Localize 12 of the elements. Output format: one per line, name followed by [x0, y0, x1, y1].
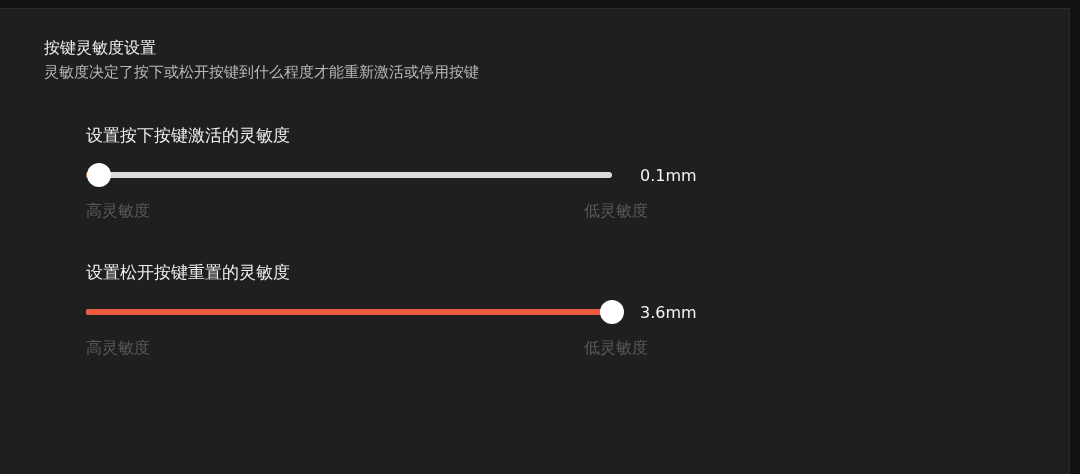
- max-label: 低灵敏度: [584, 337, 648, 359]
- slider-thumb[interactable]: [87, 163, 112, 187]
- section-description: 灵敏度决定了按下或松开按键到什么程度才能重新激活或停用按键: [44, 62, 480, 83]
- min-label: 高灵敏度: [86, 200, 150, 222]
- min-label: 高灵敏度: [86, 337, 150, 359]
- max-label: 低灵敏度: [584, 200, 648, 222]
- slider-value: 3.6mm: [640, 302, 697, 322]
- slider-value: 0.1mm: [640, 165, 697, 185]
- slider-thumb[interactable]: [600, 300, 624, 324]
- section-title: 按键灵敏度设置: [44, 37, 157, 59]
- slider-label: 设置松开按键重置的灵敏度: [86, 261, 291, 284]
- slider-label: 设置按下按键激活的灵敏度: [86, 124, 291, 147]
